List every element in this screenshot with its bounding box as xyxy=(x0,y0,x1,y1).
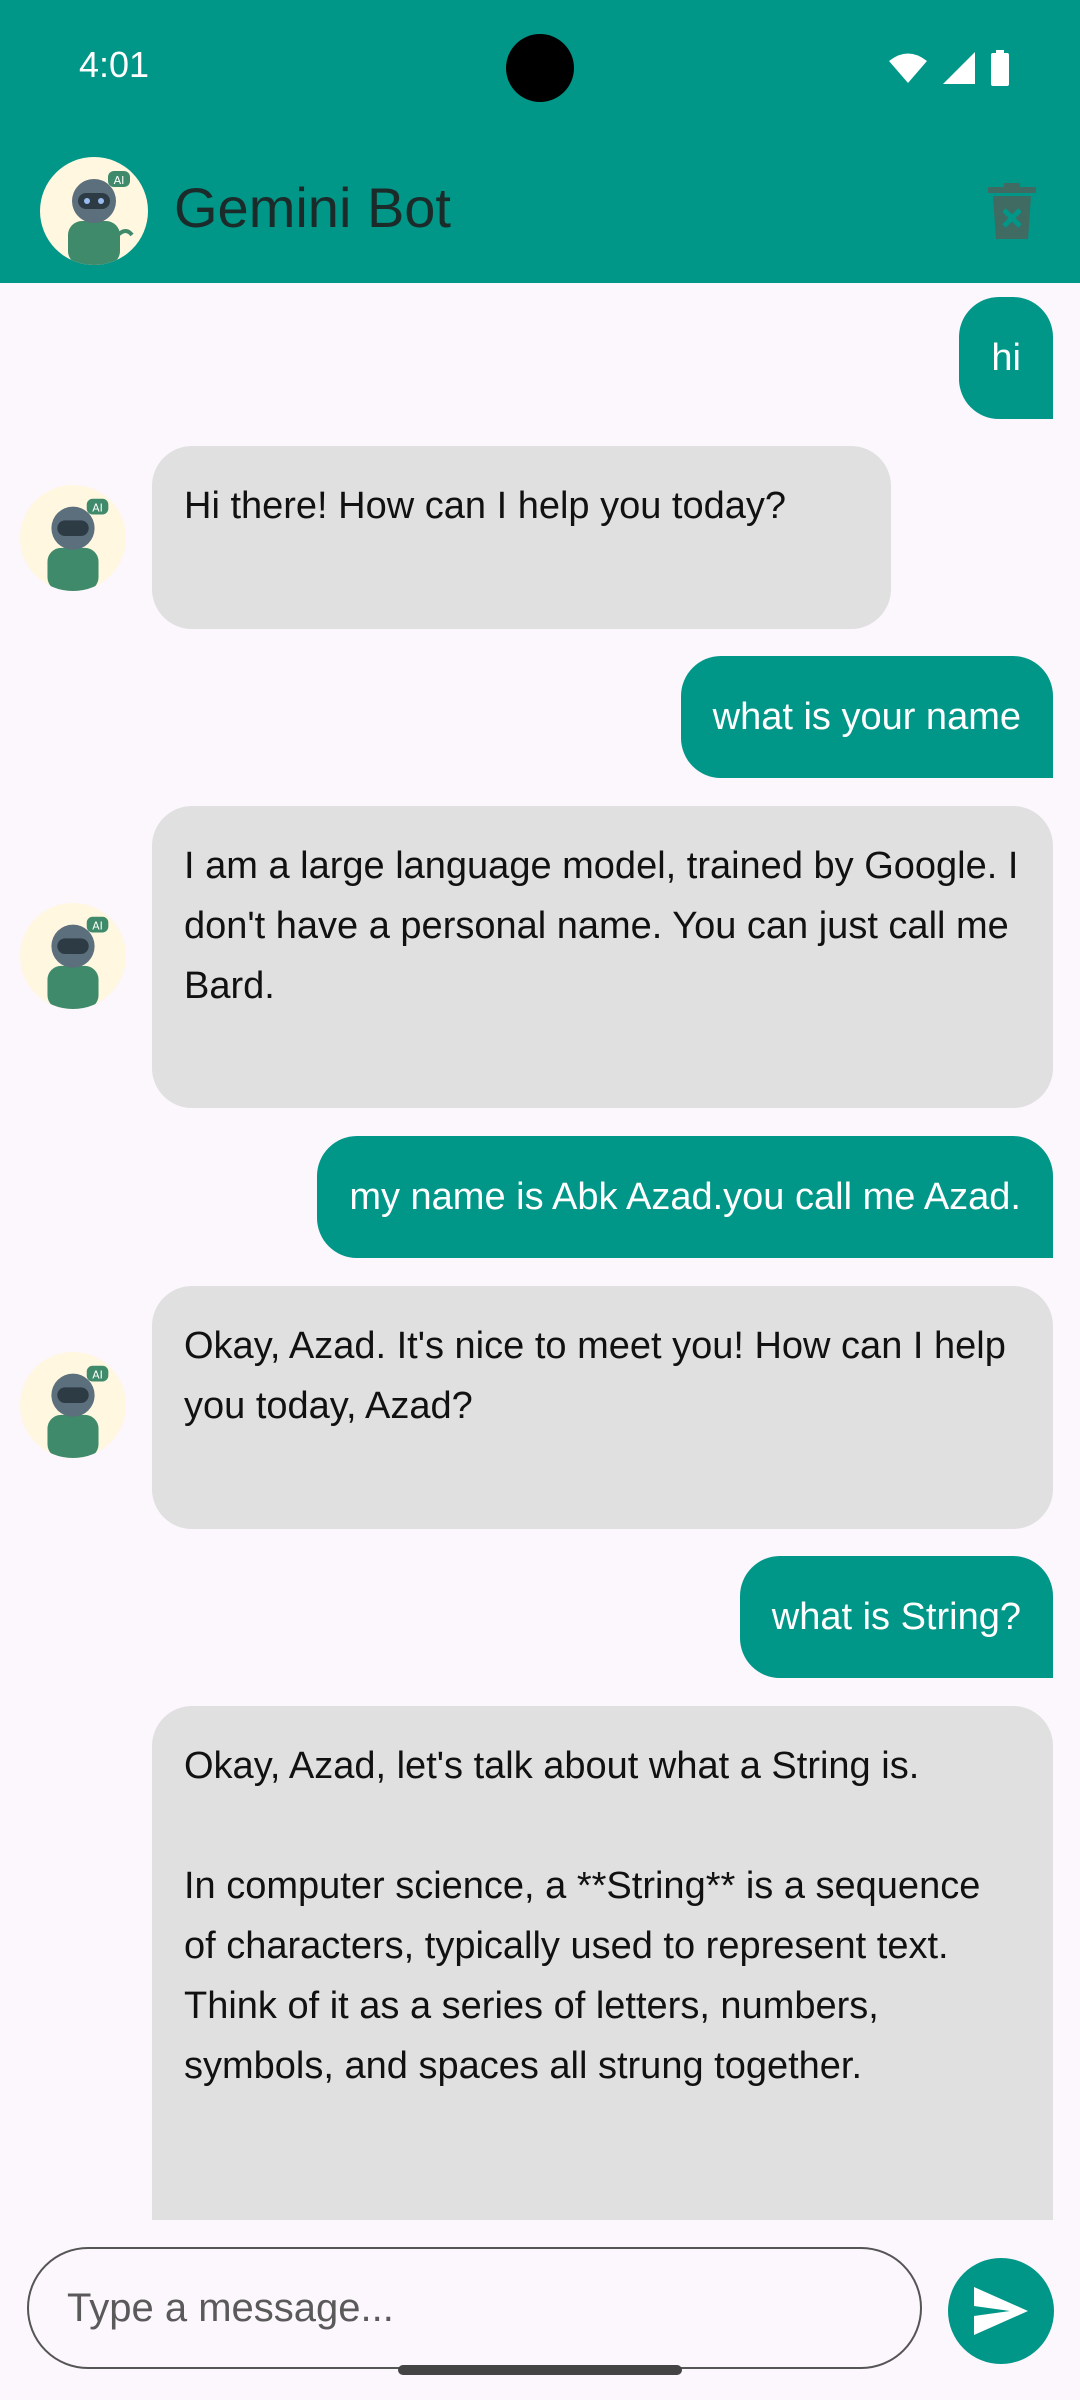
user-message: my name is Abk Azad.you call me Azad. xyxy=(317,1136,1053,1258)
status-bar: 4:01 xyxy=(0,0,1080,135)
message-input[interactable] xyxy=(27,2247,922,2369)
svg-text:AI: AI xyxy=(114,174,125,187)
home-indicator[interactable] xyxy=(398,2365,682,2375)
user-message: what is your name xyxy=(680,656,1053,778)
svg-text:AI: AI xyxy=(92,920,103,933)
user-message: what is String? xyxy=(739,1556,1053,1678)
robot-avatar-icon: AI xyxy=(20,1352,126,1458)
wifi-icon xyxy=(889,53,927,83)
battery-icon xyxy=(991,50,1009,86)
bot-message: Okay, Azad, let's talk about what a Stri… xyxy=(152,1706,1053,2220)
app-bar: AI Gemini Bot xyxy=(0,135,1080,283)
camera-cutout xyxy=(506,34,574,102)
status-icons xyxy=(888,50,1010,86)
robot-avatar-icon: AI xyxy=(20,903,126,1009)
send-button[interactable] xyxy=(948,2258,1054,2364)
user-message: hi xyxy=(959,297,1053,419)
delete-chat-button[interactable] xyxy=(986,183,1038,239)
trash-icon xyxy=(988,183,1036,239)
send-icon xyxy=(974,2287,1028,2335)
robot-avatar-icon: AI xyxy=(40,157,148,265)
status-time: 4:01 xyxy=(79,44,150,85)
signal-icon xyxy=(943,52,975,84)
bot-message: Okay, Azad. It's nice to meet you! How c… xyxy=(152,1286,1053,1529)
chat-list[interactable]: hi AI Hi there! How can I help you today… xyxy=(0,283,1080,2220)
bot-message: Hi there! How can I help you today? xyxy=(152,446,891,629)
robot-avatar-icon: AI xyxy=(20,485,126,591)
bot-message: I am a large language model, trained by … xyxy=(152,806,1053,1108)
svg-text:AI: AI xyxy=(92,502,103,515)
app-title: Gemini Bot xyxy=(174,176,451,239)
svg-text:AI: AI xyxy=(92,1369,103,1382)
